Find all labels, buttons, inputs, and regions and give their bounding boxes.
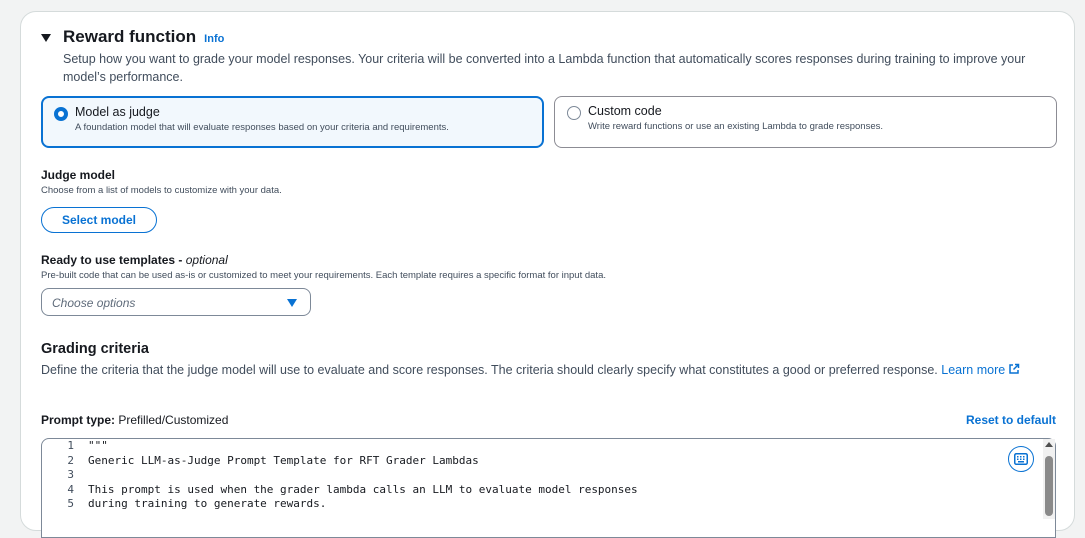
tile-custom-code[interactable]: Custom code Write reward functions or us… bbox=[554, 96, 1057, 148]
section-title: Reward function bbox=[63, 27, 197, 46]
prompt-type-value: Prefilled/Customized bbox=[115, 413, 229, 427]
templates-select[interactable]: Choose options bbox=[41, 288, 311, 316]
templates-label: Ready to use templates - optional bbox=[41, 253, 228, 267]
grading-criteria-title: Grading criteria bbox=[41, 341, 149, 357]
judge-model-label: Judge model bbox=[41, 168, 116, 182]
judge-model-description: Choose from a list of models to customiz… bbox=[41, 185, 282, 196]
caret-down-icon[interactable] bbox=[41, 34, 51, 42]
keyboard-shortcuts-button[interactable] bbox=[1008, 446, 1034, 472]
radio-selected-icon[interactable] bbox=[54, 107, 68, 121]
templates-label-text: Ready to use templates - bbox=[41, 253, 186, 267]
tile-description: Write reward functions or use an existin… bbox=[588, 121, 884, 132]
select-model-button[interactable]: Select model bbox=[41, 207, 157, 233]
tile-description: A foundation model that will evaluate re… bbox=[75, 122, 449, 133]
line-number: 5 bbox=[67, 497, 74, 510]
code-line: 2 Generic LLM-as-Judge Prompt Template fo… bbox=[42, 453, 479, 468]
code-line: 3 bbox=[42, 468, 88, 482]
scroll-up-arrow-icon[interactable] bbox=[1045, 442, 1053, 447]
learn-more-text[interactable]: Learn more bbox=[941, 363, 1005, 377]
line-number: 1 bbox=[67, 439, 74, 452]
code-text: Generic LLM-as-Judge Prompt Template for… bbox=[88, 453, 479, 467]
info-link[interactable]: Info bbox=[204, 33, 224, 45]
code-text: during training to generate rewards. bbox=[88, 497, 327, 510]
keyboard-icon bbox=[1014, 453, 1028, 465]
tile-label: Model as judge bbox=[75, 105, 160, 119]
caret-down-icon bbox=[287, 299, 297, 307]
reset-to-default-link[interactable]: Reset to default bbox=[966, 413, 1056, 427]
section-header: Reward function Info bbox=[41, 27, 224, 47]
prompt-code-editor[interactable]: 1 """ 2 Generic LLM-as-Judge Prompt Templa… bbox=[41, 438, 1056, 538]
tile-model-as-judge[interactable]: Model as judge A foundation model that w… bbox=[41, 96, 544, 148]
line-number: 3 bbox=[67, 468, 74, 481]
editor-scrollbar[interactable] bbox=[1043, 439, 1055, 519]
prompt-type-label: Prompt type: bbox=[41, 413, 116, 427]
code-line: 5 during training to generate rewards. bbox=[42, 497, 326, 511]
scrollbar-thumb[interactable] bbox=[1045, 456, 1053, 516]
line-number: 4 bbox=[67, 482, 74, 496]
code-text: """ bbox=[88, 439, 108, 452]
code-line: 4 This prompt is used when the grader lam… bbox=[42, 482, 638, 497]
radio-unselected-icon[interactable] bbox=[567, 106, 581, 120]
grading-criteria-description: Define the criteria that the judge model… bbox=[41, 361, 1051, 379]
templates-description: Pre-built code that can be used as-is or… bbox=[41, 270, 606, 281]
code-text: This prompt is used when the grader lamb… bbox=[88, 482, 638, 496]
line-number: 2 bbox=[67, 453, 74, 467]
select-placeholder: Choose options bbox=[52, 296, 136, 310]
grading-description-text: Define the criteria that the judge model… bbox=[41, 363, 942, 377]
learn-more-link[interactable]: Learn more bbox=[941, 363, 1020, 377]
code-line: 1 """ bbox=[42, 439, 108, 453]
optional-label: optional bbox=[185, 253, 228, 267]
tile-label: Custom code bbox=[588, 104, 662, 118]
section-description: Setup how you want to grade your model r… bbox=[63, 52, 1026, 84]
reward-function-panel: Reward function Info Setup how you want … bbox=[20, 11, 1075, 538]
external-link-icon bbox=[1009, 363, 1020, 374]
prompt-type: Prompt type: Prefilled/Customized bbox=[41, 413, 228, 427]
